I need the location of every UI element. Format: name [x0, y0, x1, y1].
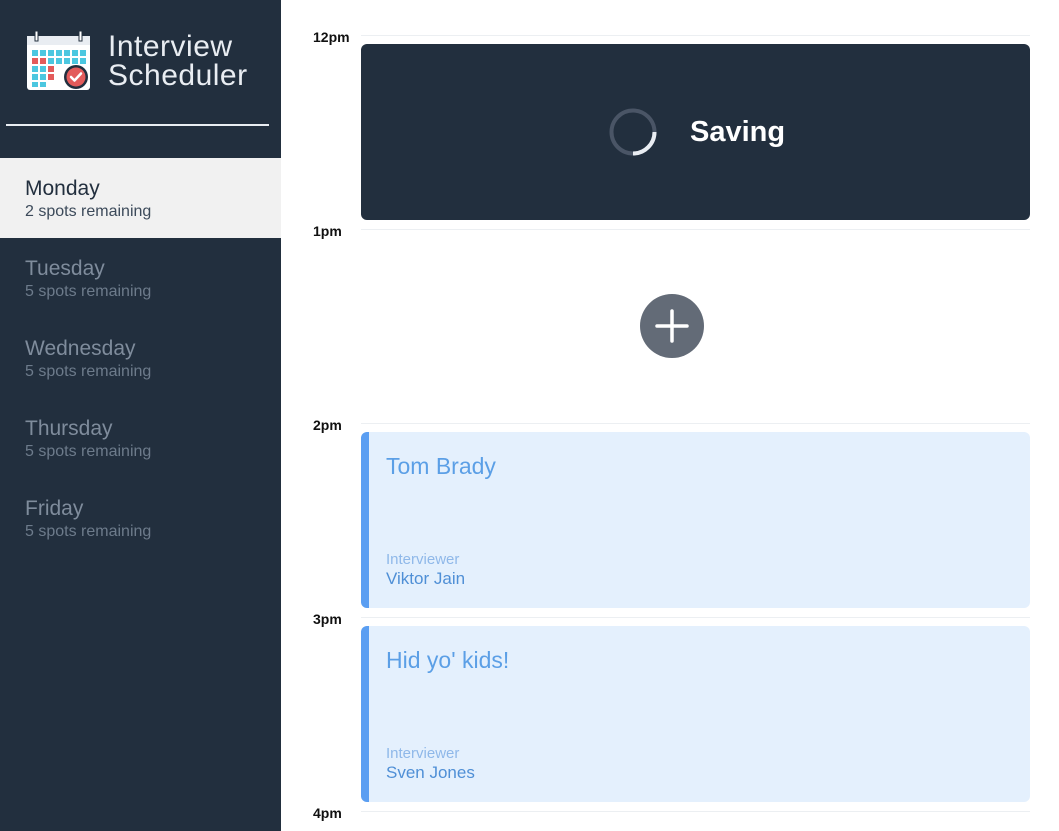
- day-item-monday[interactable]: Monday 2 spots remaining: [0, 158, 281, 238]
- student-name: Tom Brady: [386, 453, 496, 479]
- day-spots: 5 spots remaining: [25, 443, 152, 460]
- hour-label-12pm: 12pm: [313, 29, 350, 45]
- appointment-card[interactable]: Hid yo' kids! Interviewer Sven Jones: [361, 626, 1030, 802]
- schedule: 12pm Saving 1pm 2pm Tom Brady Interviewe…: [281, 0, 1059, 831]
- interviewer-name: Viktor Jain: [386, 569, 466, 588]
- app-title-line-1: Interview: [108, 30, 233, 63]
- day-list: Monday 2 spots remaining Tuesday 5 spots…: [0, 158, 281, 558]
- calendar-check-icon: [27, 30, 90, 90]
- day-spots: 5 spots remaining: [25, 283, 152, 300]
- day-name: Wednesday: [25, 337, 136, 360]
- saving-status: Saving: [361, 44, 1030, 220]
- sidebar: Interview Scheduler Monday 2 spots remai…: [0, 0, 281, 831]
- sidebar-divider: [6, 124, 269, 126]
- day-name: Monday: [25, 177, 100, 200]
- hour-label-4pm: 4pm: [313, 805, 342, 821]
- day-spots: 5 spots remaining: [25, 363, 152, 380]
- app-title-line-2: Scheduler: [108, 59, 248, 92]
- add-appointment-button[interactable]: [640, 294, 704, 358]
- day-name: Tuesday: [25, 257, 105, 280]
- interviewer-name: Sven Jones: [386, 763, 475, 782]
- interviewer-caption: Interviewer: [386, 551, 460, 568]
- appointment-card[interactable]: Tom Brady Interviewer Viktor Jain: [361, 432, 1030, 608]
- day-item-friday[interactable]: Friday 5 spots remaining: [0, 478, 281, 558]
- interviewer-caption: Interviewer: [386, 745, 460, 762]
- hour-label-3pm: 3pm: [313, 611, 342, 627]
- day-item-tuesday[interactable]: Tuesday 5 spots remaining: [0, 238, 281, 318]
- day-name: Friday: [25, 497, 84, 520]
- hour-label-1pm: 1pm: [313, 223, 342, 239]
- day-item-thursday[interactable]: Thursday 5 spots remaining: [0, 398, 281, 478]
- hour-divider: [361, 811, 1030, 812]
- day-item-wednesday[interactable]: Wednesday 5 spots remaining: [0, 318, 281, 398]
- hour-divider: [361, 35, 1030, 36]
- student-name: Hid yo' kids!: [386, 647, 510, 673]
- hour-divider: [361, 423, 1030, 424]
- day-spots: 2 spots remaining: [25, 203, 152, 220]
- day-spots: 5 spots remaining: [25, 523, 152, 540]
- hour-divider: [361, 617, 1030, 618]
- day-name: Thursday: [25, 417, 113, 440]
- hour-divider: [361, 229, 1030, 230]
- plus-icon: [655, 309, 689, 343]
- loading-spinner-icon: [609, 108, 657, 156]
- hour-label-2pm: 2pm: [313, 417, 342, 433]
- brand: Interview Scheduler: [26, 28, 266, 92]
- saving-label: Saving: [690, 116, 786, 148]
